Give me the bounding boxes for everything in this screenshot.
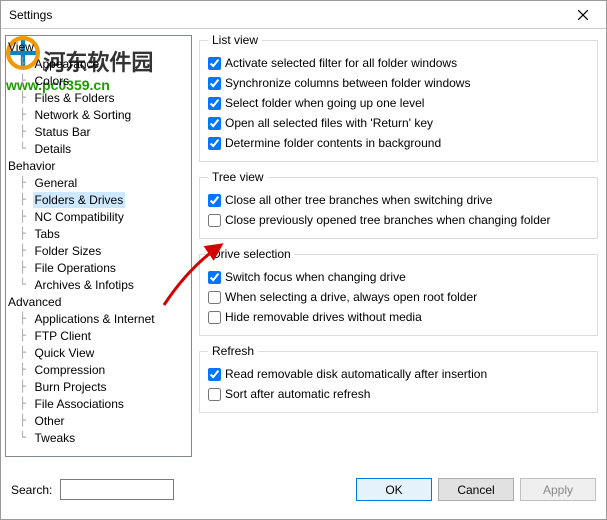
- legend-list-view: List view: [208, 33, 262, 47]
- tree-file-ops[interactable]: ├ File Operations: [6, 259, 191, 276]
- tree-other[interactable]: ├ Other: [6, 412, 191, 429]
- tree-status-bar[interactable]: ├ Status Bar: [6, 123, 191, 140]
- content-area: 河东软件园 www.pc0359.cn View ├ Appearance ├ …: [1, 29, 606, 463]
- tree-nc-compat[interactable]: ├ NC Compatibility: [6, 208, 191, 225]
- tree-network-sorting[interactable]: ├ Network & Sorting: [6, 106, 191, 123]
- window-title: Settings: [9, 8, 52, 22]
- bottom-bar: Search: OK Cancel Apply: [1, 463, 606, 515]
- chk-close-change[interactable]: Close previously opened tree branches wh…: [208, 210, 589, 230]
- ok-button[interactable]: OK: [356, 478, 432, 501]
- tree-appearance[interactable]: ├ Appearance: [6, 55, 191, 72]
- chk-switch-focus[interactable]: Switch focus when changing drive: [208, 267, 589, 287]
- cancel-button[interactable]: Cancel: [438, 478, 514, 501]
- close-button[interactable]: [560, 1, 606, 29]
- tree-archives-infotips[interactable]: └ Archives & Infotips: [6, 276, 191, 293]
- tree-colors[interactable]: ├ Colors: [6, 72, 191, 89]
- tree-advanced[interactable]: Advanced: [6, 293, 191, 310]
- legend-drive-selection: Drive selection: [208, 247, 295, 261]
- group-drive-selection: Drive selection Switch focus when changi…: [199, 247, 598, 336]
- tree-folders-drives[interactable]: ├ Folders & Drives: [6, 191, 191, 208]
- tree-quick-view[interactable]: ├ Quick View: [6, 344, 191, 361]
- group-tree-view: Tree view Close all other tree branches …: [199, 170, 598, 239]
- tree-general[interactable]: ├ General: [6, 174, 191, 191]
- legend-refresh: Refresh: [208, 344, 258, 358]
- tree-compression[interactable]: ├ Compression: [6, 361, 191, 378]
- chk-sync-columns[interactable]: Synchronize columns between folder windo…: [208, 73, 589, 93]
- group-refresh: Refresh Read removable disk automaticall…: [199, 344, 598, 413]
- tree-files-folders[interactable]: ├ Files & Folders: [6, 89, 191, 106]
- chk-close-switch[interactable]: Close all other tree branches when switc…: [208, 190, 589, 210]
- chk-hide-removable[interactable]: Hide removable drives without media: [208, 307, 589, 327]
- tree-panel: 河东软件园 www.pc0359.cn View ├ Appearance ├ …: [1, 29, 197, 463]
- settings-panel: List view Activate selected filter for a…: [197, 29, 606, 463]
- legend-tree-view: Tree view: [208, 170, 268, 184]
- tree-tweaks[interactable]: └ Tweaks: [6, 429, 191, 446]
- tree-file-assoc[interactable]: ├ File Associations: [6, 395, 191, 412]
- search-input[interactable]: [60, 479, 174, 500]
- chk-activate-filter[interactable]: Activate selected filter for all folder …: [208, 53, 589, 73]
- close-icon: [578, 10, 588, 20]
- nav-tree[interactable]: 河东软件园 www.pc0359.cn View ├ Appearance ├ …: [5, 35, 192, 457]
- search-label: Search:: [11, 483, 52, 497]
- chk-sort-after[interactable]: Sort after automatic refresh: [208, 384, 589, 404]
- tree-burn-projects[interactable]: ├ Burn Projects: [6, 378, 191, 395]
- chk-select-parent[interactable]: Select folder when going up one level: [208, 93, 589, 113]
- tree-ftp-client[interactable]: ├ FTP Client: [6, 327, 191, 344]
- tree-apps-internet[interactable]: ├ Applications & Internet: [6, 310, 191, 327]
- tree-behavior[interactable]: Behavior: [6, 157, 191, 174]
- tree-folder-sizes[interactable]: ├ Folder Sizes: [6, 242, 191, 259]
- chk-read-auto[interactable]: Read removable disk automatically after …: [208, 364, 589, 384]
- group-list-view: List view Activate selected filter for a…: [199, 33, 598, 162]
- tree-tabs[interactable]: ├ Tabs: [6, 225, 191, 242]
- chk-open-return[interactable]: Open all selected files with 'Return' ke…: [208, 113, 589, 133]
- chk-open-root[interactable]: When selecting a drive, always open root…: [208, 287, 589, 307]
- tree-details[interactable]: └ Details: [6, 140, 191, 157]
- apply-button: Apply: [520, 478, 596, 501]
- title-bar: Settings: [1, 1, 606, 29]
- tree-view[interactable]: View: [6, 38, 191, 55]
- chk-bg-contents[interactable]: Determine folder contents in background: [208, 133, 589, 153]
